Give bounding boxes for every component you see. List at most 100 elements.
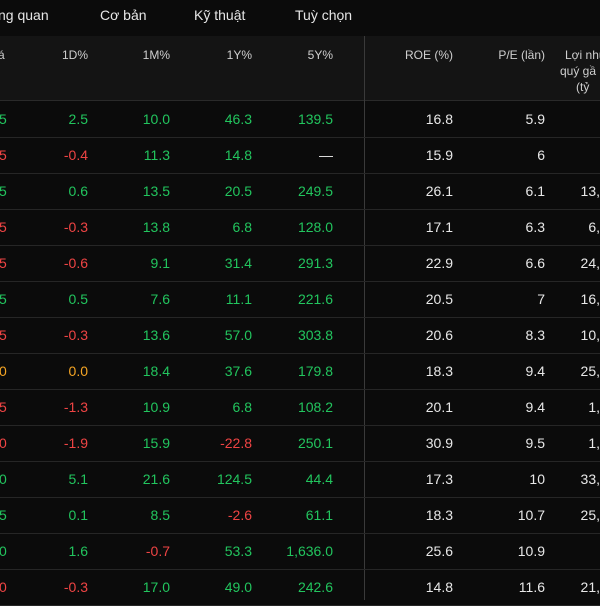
cell-1y: 46.3 xyxy=(224,111,252,127)
cell-1m: -0.7 xyxy=(145,543,170,559)
header-1y[interactable]: 1Y% xyxy=(227,48,252,62)
cell-profit: 25, xyxy=(580,363,600,379)
cell-1d: -0.3 xyxy=(63,579,88,595)
cell-1d: -1.3 xyxy=(63,399,88,415)
cell-roe: 20.1 xyxy=(425,399,453,415)
cell-profit: 10, xyxy=(580,327,600,343)
cell-pe: 6.6 xyxy=(525,255,545,271)
cell-price: 5 xyxy=(0,399,7,415)
cell-1m: 9.1 xyxy=(150,255,170,271)
cell-price: 5 xyxy=(0,111,7,127)
cell-profit: 25, xyxy=(580,507,600,523)
cell-1d: -0.3 xyxy=(63,327,88,343)
cell-pe: 7 xyxy=(537,291,545,307)
cell-1y: 31.4 xyxy=(224,255,252,271)
table-row[interactable]: 5 -0.4 11.3 14.8 — 15.9 6 xyxy=(0,137,600,174)
tab-fundamentals[interactable]: Cơ bản xyxy=(100,7,147,23)
cell-price: 5 xyxy=(0,255,7,271)
cell-roe: 16.8 xyxy=(425,111,453,127)
table-row[interactable]: 0 -0.3 17.0 49.0 242.6 14.8 11.6 21, xyxy=(0,569,600,606)
table-row[interactable]: 5 -0.3 13.6 57.0 303.8 20.6 8.3 10, xyxy=(0,317,600,354)
cell-5y: 108.2 xyxy=(297,399,333,415)
tab-overview[interactable]: ng quan xyxy=(0,7,49,23)
cell-pe: 5.9 xyxy=(525,111,545,127)
header-1d[interactable]: 1D% xyxy=(62,48,88,62)
table-row[interactable]: 0 -1.9 15.9 -22.8 250.1 30.9 9.5 1, xyxy=(0,425,600,462)
cell-pe: 10.9 xyxy=(517,543,545,559)
cell-5y: 61.1 xyxy=(305,507,333,523)
cell-1m: 10.9 xyxy=(142,399,170,415)
table-row[interactable]: 5 0.1 8.5 -2.6 61.1 18.3 10.7 25, xyxy=(0,497,600,534)
cell-price: 0 xyxy=(0,363,7,379)
table-row[interactable]: 5 2.5 10.0 46.3 139.5 16.8 5.9 xyxy=(0,101,600,138)
header-roe[interactable]: ROE (%) xyxy=(405,48,453,62)
cell-1d: -1.9 xyxy=(63,435,88,451)
table-row[interactable]: 5 0.5 7.6 11.1 221.6 20.5 7 16, xyxy=(0,281,600,318)
header-profit-line1[interactable]: Lợi nhu xyxy=(565,48,600,62)
table-row[interactable]: 0 0.0 18.4 37.6 179.8 18.3 9.4 25, xyxy=(0,353,600,390)
cell-price: 5 xyxy=(0,219,7,235)
table-row[interactable]: 5 -1.3 10.9 6.8 108.2 20.1 9.4 1, xyxy=(0,389,600,426)
cell-roe: 20.5 xyxy=(425,291,453,307)
cell-pe: 9.5 xyxy=(525,435,545,451)
cell-profit: 24, xyxy=(580,255,600,271)
cell-1y: 14.8 xyxy=(224,147,252,163)
cell-roe: 22.9 xyxy=(425,255,453,271)
cell-1y: 49.0 xyxy=(224,579,252,595)
cell-1m: 7.6 xyxy=(150,291,170,307)
header-profit-line3: (tỷ xyxy=(576,80,590,94)
cell-5y: 179.8 xyxy=(297,363,333,379)
header-5y[interactable]: 5Y% xyxy=(308,48,333,62)
cell-price: 5 xyxy=(0,507,7,523)
cell-1y: 11.1 xyxy=(225,291,252,307)
table-row[interactable]: 5 -0.3 13.8 6.8 128.0 17.1 6.3 6, xyxy=(0,209,600,246)
cell-1m: 11.3 xyxy=(143,147,170,163)
tab-options[interactable]: Tuỳ chọn xyxy=(295,7,352,23)
table-row[interactable]: 5 -0.6 9.1 31.4 291.3 22.9 6.6 24, xyxy=(0,245,600,282)
cell-5y: 221.6 xyxy=(297,291,333,307)
cell-pe: 6.1 xyxy=(525,183,545,199)
cell-1d: -0.4 xyxy=(63,147,88,163)
cell-roe: 15.9 xyxy=(425,147,453,163)
cell-1d: -0.6 xyxy=(63,255,88,271)
cell-1d: 5.1 xyxy=(68,471,88,487)
cell-1d: -0.3 xyxy=(63,219,88,235)
cell-5y: 250.1 xyxy=(297,435,333,451)
cell-pe: 6 xyxy=(537,147,545,163)
cell-5y: 249.5 xyxy=(297,183,333,199)
cell-1y: 20.5 xyxy=(224,183,252,199)
cell-1m: 10.0 xyxy=(142,111,170,127)
table-row[interactable]: 0 1.6 -0.7 53.3 1,636.0 25.6 10.9 xyxy=(0,533,600,570)
cell-1d: 0.5 xyxy=(68,291,88,307)
cell-1y: 6.8 xyxy=(232,399,252,415)
cell-1y: 53.3 xyxy=(224,543,252,559)
cell-1m: 18.4 xyxy=(142,363,170,379)
cell-price: 0 xyxy=(0,579,7,595)
cell-1m: 17.0 xyxy=(142,579,170,595)
header-price[interactable]: á xyxy=(0,48,5,62)
cell-roe: 17.3 xyxy=(425,471,453,487)
cell-roe: 18.3 xyxy=(425,507,453,523)
cell-roe: 26.1 xyxy=(425,183,453,199)
header-1m[interactable]: 1M% xyxy=(143,48,170,62)
cell-price: 5 xyxy=(0,291,7,307)
cell-profit: 16, xyxy=(580,291,600,307)
tab-technical[interactable]: Kỹ thuật xyxy=(194,7,245,23)
cell-5y: 303.8 xyxy=(297,327,333,343)
cell-1y: -22.8 xyxy=(220,435,252,451)
cell-1m: 15.9 xyxy=(142,435,170,451)
cell-price: 0 xyxy=(0,543,7,559)
header-pe[interactable]: P/E (lần) xyxy=(498,48,545,62)
cell-pe: 9.4 xyxy=(525,399,545,415)
cell-profit: 13, xyxy=(580,183,600,199)
cell-1d: 0.6 xyxy=(68,183,88,199)
cell-price: 0 xyxy=(0,471,7,487)
cell-5y: 44.4 xyxy=(305,471,333,487)
cell-roe: 30.9 xyxy=(425,435,453,451)
table-row[interactable]: 5 0.6 13.5 20.5 249.5 26.1 6.1 13, xyxy=(0,173,600,210)
cell-1m: 13.5 xyxy=(142,183,170,199)
cell-price: 0 xyxy=(0,435,7,451)
cell-pe: 8.3 xyxy=(525,327,545,343)
cell-1d: 0.1 xyxy=(68,507,88,523)
table-row[interactable]: 0 5.1 21.6 124.5 44.4 17.3 10 33, xyxy=(0,461,600,498)
